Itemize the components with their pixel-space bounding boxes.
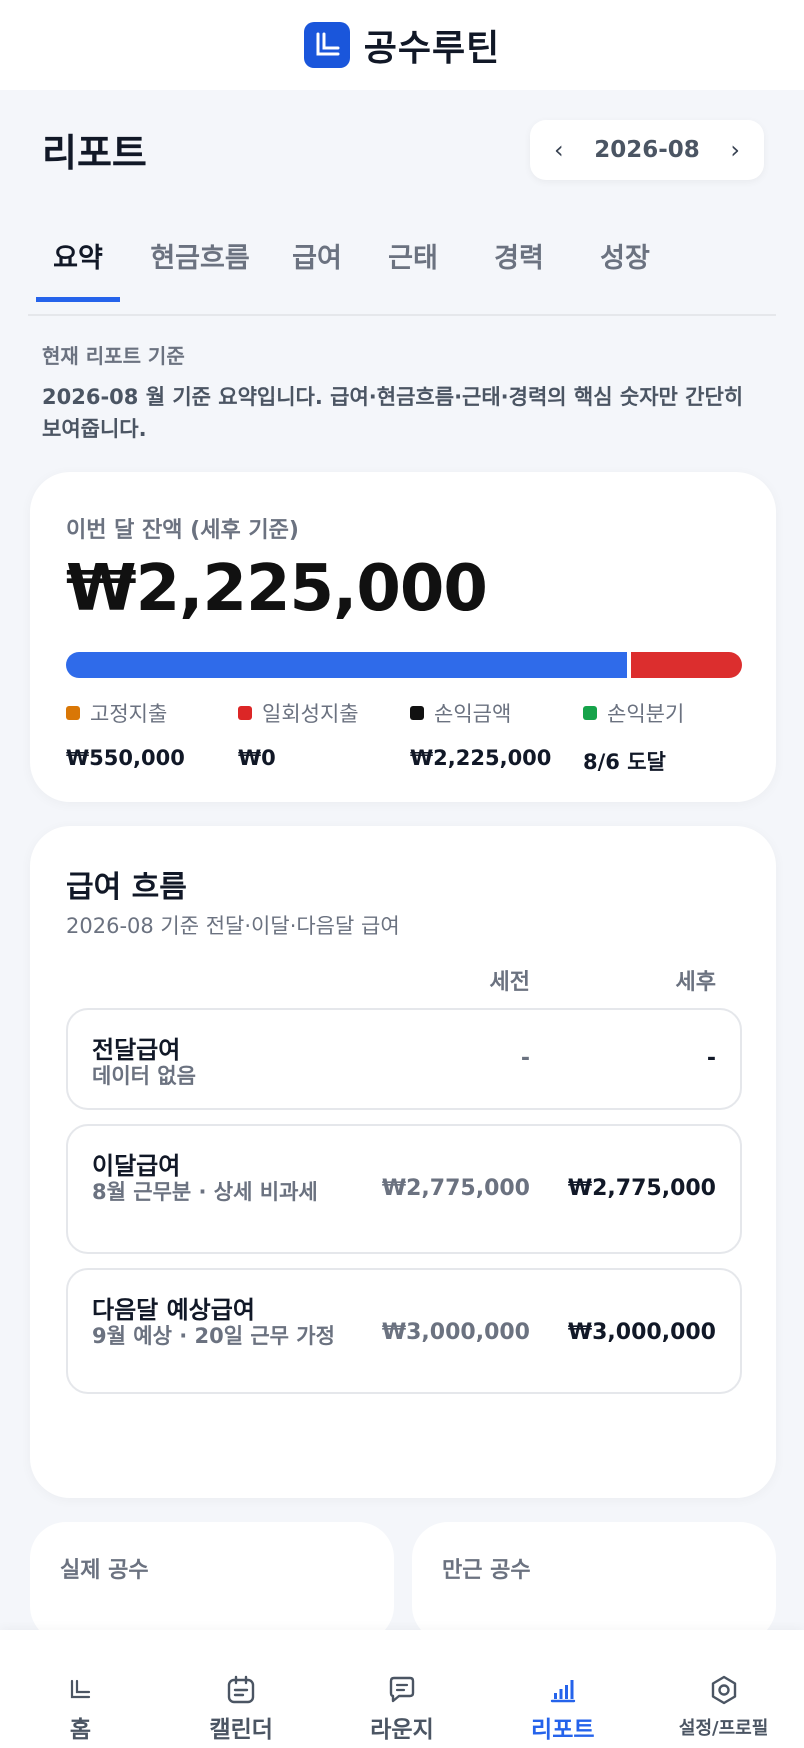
nav-calendar[interactable]: 캘린더 [161,1630,322,1748]
legend-dot [410,706,424,720]
page-title: 리포트 [42,131,147,175]
nav-report[interactable]: 리포트 [482,1630,643,1748]
balance-card: 이번 달 잔액 (세후 기준) ₩2,225,000 고정지출 ₩550,000… [30,472,776,802]
next-month-button[interactable]: › [730,136,740,164]
row-pre-tax: ₩2,775,000 [381,1176,530,1201]
salary-row-this-month[interactable]: 이달급여 8월 근무분 · 상세 비과세 ₩2,775,000 ₩2,775,0… [66,1124,742,1254]
legend-value: ₩0 [238,746,276,770]
home-icon [67,1672,93,1708]
nav-label: 리포트 [531,1717,595,1743]
row-post-tax: ₩2,775,000 [567,1176,716,1201]
row-title: 이달급여 [92,1152,181,1180]
legend-value: 8/6 도달 [583,750,666,774]
row-title: 다음달 예상급여 [92,1296,255,1324]
tab-growth[interactable]: 성장 [592,226,658,302]
app-title: 공수루틴 [363,28,501,69]
legend-profit: 손익금액 ₩2,225,000 [410,698,580,770]
legend-fixed-expense: 고정지출 ₩550,000 [66,698,236,770]
report-tabs: 요약 현금흐름 급여 근태 경력 성장 [28,210,776,316]
report-basis-text: 2026-08 월 기준 요약입니다. 급여·현금흐름·근태·경력의 핵심 숫자… [42,385,744,441]
tab-career[interactable]: 경력 [486,226,552,302]
mini-card-label: 실제 공수 [60,1558,149,1583]
legend-dot [238,706,252,720]
page-header: 리포트 ‹ 2026-08 › [0,90,804,200]
legend-value: ₩550,000 [66,746,185,770]
salary-row-last-month[interactable]: 전달급여 데이터 없음 - - [66,1008,742,1110]
column-pre-tax: 세전 [489,970,530,995]
nav-lounge[interactable]: 라운지 [322,1630,483,1748]
nav-label: 설정/프로필 [678,1718,769,1739]
legend-value: ₩2,225,000 [410,746,552,770]
legend-breakeven: 손익분기 8/6 도달 [583,698,753,776]
column-post-tax: 세후 [675,970,716,995]
row-subtitle: 데이터 없음 [92,1064,196,1088]
row-post-tax: - [706,1046,716,1071]
app-logo-icon [303,22,350,68]
current-month[interactable]: 2026-08 [594,137,700,163]
month-picker: ‹ 2026-08 › [530,120,764,180]
actual-work-units-card: 실제 공수 [30,1522,394,1642]
salary-row-next-month[interactable]: 다음달 예상급여 9월 예상 · 20일 근무 가정 ₩3,000,000 ₩3… [66,1268,742,1394]
row-subtitle: 8월 근무분 · 상세 비과세 [92,1180,318,1204]
row-title: 전달급여 [92,1036,181,1064]
legend-label: 고정지출 [90,702,168,726]
tab-salary[interactable]: 급여 [284,226,350,302]
salary-flow-title: 급여 흐름 [66,870,187,905]
nav-label: 홈 [69,1717,91,1743]
tab-attendance[interactable]: 근태 [380,226,446,302]
legend-onetime-expense: 일회성지출 ₩0 [238,698,408,770]
tab-cashflow[interactable]: 현금흐름 [146,226,254,302]
top-bar: 공수루틴 [0,0,804,90]
balance-bar-segment [66,652,627,678]
settings-icon [709,1672,739,1708]
salary-flow-card: 급여 흐름 2026-08 기준 전달·이달·다음달 급여 세전 세후 전달급여… [30,826,776,1498]
chat-icon [387,1672,417,1708]
prev-month-button[interactable]: ‹ [554,136,564,164]
balance-bar [66,652,742,678]
row-pre-tax: ₩3,000,000 [381,1320,530,1345]
row-subtitle: 9월 예상 · 20일 근무 가정 [92,1324,335,1348]
salary-flow-subtitle: 2026-08 기준 전달·이달·다음달 급여 [66,914,400,938]
tab-summary[interactable]: 요약 [36,226,120,302]
balance-amount: ₩2,225,000 [66,552,488,626]
row-pre-tax: - [520,1046,530,1071]
row-post-tax: ₩3,000,000 [567,1320,716,1345]
full-work-units-card: 만근 공수 [412,1522,776,1642]
report-basis: 현재 리포트 기준 2026-08 월 기준 요약입니다. 급여·현금흐름·근태… [42,340,762,445]
balance-label: 이번 달 잔액 (세후 기준) [66,518,299,543]
balance-bar-segment [631,652,742,678]
nav-home[interactable]: 홈 [0,1630,161,1748]
nav-label: 캘린더 [209,1717,273,1743]
report-basis-label: 현재 리포트 기준 [42,344,185,368]
legend-label: 손익금액 [434,702,512,726]
mini-card-label: 만근 공수 [442,1558,531,1583]
calendar-icon [226,1672,256,1708]
bar-chart-icon [549,1672,577,1708]
nav-label: 라운지 [370,1717,434,1743]
legend-label: 손익분기 [607,702,685,726]
legend-label: 일회성지출 [262,702,359,726]
legend-dot [66,706,80,720]
nav-settings-profile[interactable]: 설정/프로필 [643,1630,804,1748]
legend-dot [583,706,597,720]
bottom-navigation: 홈 캘린더 라운지 리포트 설정/프로필 [0,1630,804,1748]
